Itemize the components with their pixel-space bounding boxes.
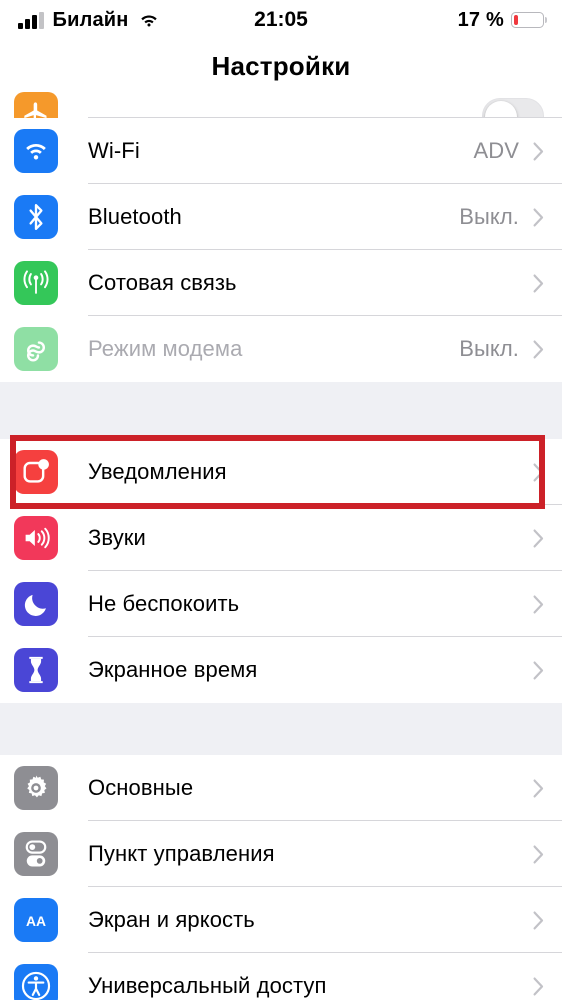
bluetooth-label: Bluetooth: [88, 204, 182, 229]
bluetooth-chevron-icon: [533, 208, 544, 226]
cellular-chevron-icon: [533, 274, 544, 292]
status-bar-right: 17 %: [458, 9, 544, 32]
wi-fi-accessory: ADV: [473, 138, 544, 164]
settings-row-display-brightness[interactable]: AA Экран и яркость: [0, 887, 562, 953]
screen-time-chevron-icon: [533, 661, 544, 679]
settings-row-cellular[interactable]: Сотовая связь: [0, 250, 562, 316]
cellular-antenna-icon: [14, 261, 58, 305]
signal-bars-icon: [18, 11, 44, 29]
accessibility-person-icon: [14, 964, 58, 1000]
wifi-icon: [138, 12, 160, 29]
settings-row-sounds[interactable]: Звуки: [0, 505, 562, 571]
settings-row-screen-time[interactable]: Экранное время: [0, 637, 562, 703]
general-accessory: [533, 779, 544, 798]
accessibility-accessory: [533, 977, 544, 996]
settings-row-personal-hotspot[interactable]: Режим модема Выкл.: [0, 316, 562, 382]
bluetooth-value: Выкл.: [459, 204, 519, 229]
wifi-icon: [14, 129, 58, 173]
settings-row-airplane-mode[interactable]: [0, 92, 562, 118]
section-gap: [0, 382, 562, 439]
bluetooth-icon: [14, 195, 58, 239]
control-center-chevron-icon: [533, 845, 544, 863]
sounds-chevron-icon: [533, 529, 544, 547]
accessibility-label: Универсальный доступ: [88, 973, 327, 998]
battery-low-icon: [511, 12, 544, 28]
notification-badge-icon: [14, 450, 58, 494]
control-center-accessory: [533, 845, 544, 864]
hourglass-icon: [14, 648, 58, 692]
sounds-accessory: [533, 529, 544, 548]
settings-row-bluetooth[interactable]: Bluetooth Выкл.: [0, 184, 562, 250]
wi-fi-label: Wi-Fi: [88, 138, 140, 163]
settings-row-wi-fi[interactable]: Wi-Fi ADV: [0, 118, 562, 184]
sounds-label: Звуки: [88, 525, 146, 550]
hotspot-link-icon: [14, 327, 58, 371]
personal-hotspot-chevron-icon: [533, 340, 544, 358]
wi-fi-chevron-icon: [533, 142, 544, 160]
airplane-mode-accessory: [482, 98, 544, 118]
notifications-label: Уведомления: [88, 459, 227, 484]
settings-row-general[interactable]: Основные: [0, 755, 562, 821]
airplane-icon: [14, 92, 58, 118]
display-brightness-accessory: [533, 911, 544, 930]
settings-list[interactable]: Wi-Fi ADV Bluetooth Выкл. Сотовая связь …: [0, 92, 562, 1000]
gear-icon: [14, 766, 58, 810]
bluetooth-accessory: Выкл.: [459, 204, 544, 230]
notifications-accessory: [533, 463, 544, 482]
speaker-wave-icon: [14, 516, 58, 560]
control-center-label: Пункт управления: [88, 841, 275, 866]
settings-row-accessibility[interactable]: Универсальный доступ: [0, 953, 562, 1000]
do-not-disturb-chevron-icon: [533, 595, 544, 613]
personal-hotspot-accessory: Выкл.: [459, 336, 544, 362]
screen-time-label: Экранное время: [88, 657, 258, 682]
settings-row-notifications[interactable]: Уведомления: [0, 439, 562, 505]
settings-group-connectivity: Wi-Fi ADV Bluetooth Выкл. Сотовая связь …: [0, 92, 562, 382]
general-label: Основные: [88, 775, 194, 800]
do-not-disturb-label: Не беспокоить: [88, 591, 240, 616]
airplane-mode-toggle[interactable]: [482, 98, 544, 118]
display-brightness-label: Экран и яркость: [88, 907, 255, 932]
personal-hotspot-label: Режим модема: [88, 336, 243, 361]
status-bar: Билайн 21:05 17 %: [0, 0, 562, 40]
cellular-accessory: [533, 274, 544, 293]
section-gap: [0, 703, 562, 755]
status-bar-left: Билайн: [18, 9, 458, 32]
display-brightness-chevron-icon: [533, 911, 544, 929]
settings-row-control-center[interactable]: Пункт управления: [0, 821, 562, 887]
svg-text:AA: AA: [26, 913, 46, 929]
settings-group-system: Основные Пункт управления AA Экран и ярк…: [0, 755, 562, 1000]
screen-time-accessory: [533, 661, 544, 680]
page-title: Настройки: [211, 50, 351, 81]
settings-group-notifications: Уведомления Звуки Не беспокоить Экранное…: [0, 439, 562, 703]
settings-row-do-not-disturb[interactable]: Не беспокоить: [0, 571, 562, 637]
aa-text-icon: AA: [14, 898, 58, 942]
settings-screen: Билайн 21:05 17 % Настройки Wi-Fi ADV Bl…: [0, 0, 562, 1000]
notifications-chevron-icon: [533, 463, 544, 481]
moon-icon: [14, 582, 58, 626]
wi-fi-value: ADV: [473, 138, 519, 163]
accessibility-chevron-icon: [533, 977, 544, 995]
general-chevron-icon: [533, 779, 544, 797]
personal-hotspot-value: Выкл.: [459, 336, 519, 361]
carrier-name: Билайн: [52, 8, 129, 31]
cellular-label: Сотовая связь: [88, 270, 237, 295]
do-not-disturb-accessory: [533, 595, 544, 614]
battery-percent-label: 17 %: [457, 8, 504, 31]
navigation-bar: Настройки: [0, 40, 562, 92]
switches-icon: [14, 832, 58, 876]
